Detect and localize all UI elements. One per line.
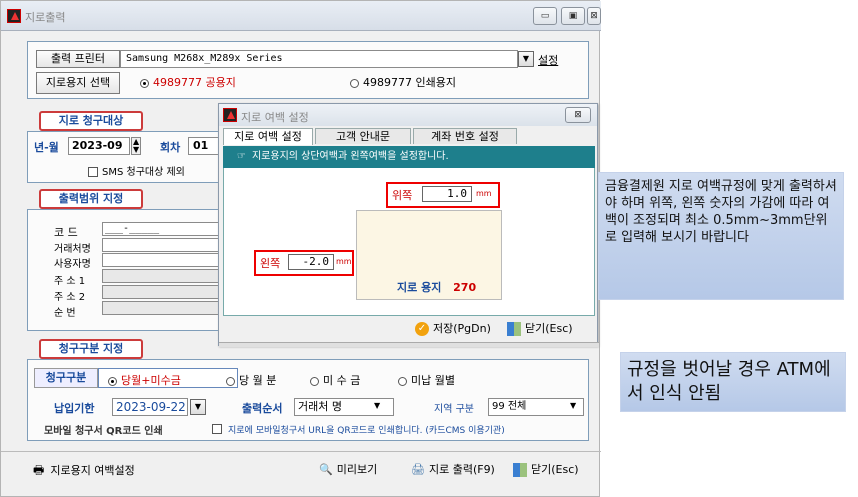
window-title: 지로출력	[25, 11, 66, 24]
margin-setting-button[interactable]: 🖶 지로용지 여백설정	[33, 461, 135, 482]
radio-icon	[310, 376, 319, 386]
top-margin-input[interactable]: 1.0	[422, 186, 472, 202]
radio-icon	[108, 376, 117, 386]
window-titlebar: 지로출력 ▭ ▣ ⊠	[1, 1, 601, 31]
address1-input[interactable]	[102, 269, 228, 283]
dialog-title: 지로 여백 설정	[241, 111, 309, 124]
user-name-label: 사용자명	[54, 259, 91, 270]
bottom-divider	[1, 451, 601, 452]
paper-option-1[interactable]: 4989777 공용지	[140, 74, 236, 90]
info-icon: ☞	[237, 151, 246, 162]
printer-dropdown-icon[interactable]: ▼	[518, 51, 534, 67]
print-icon: 🖨	[411, 463, 425, 476]
seq-label: 순 번	[54, 308, 76, 319]
left-margin-unit: mm	[336, 257, 352, 266]
user-name-input[interactable]	[102, 253, 228, 267]
radio-icon	[226, 376, 235, 386]
top-margin-label: 위쪽	[392, 189, 413, 202]
mobile-qr-label: 모바일 청구서 QR코드 인쇄	[44, 426, 163, 437]
dialog-save-button[interactable]: ✓ 저장(PgDn)	[415, 320, 491, 336]
radio-icon	[140, 78, 149, 88]
billing-option-unpaid-monthly[interactable]: 미납 월별	[398, 372, 455, 388]
billing-option-arrears[interactable]: 미 수 금	[310, 372, 360, 388]
year-month-input[interactable]: 2023-09	[68, 137, 130, 155]
margin-dialog: 지로 여백 설정 ⊠ 지로 여백 설정 고객 안내문 계좌 번호 설정 ☞ 지로용…	[218, 103, 599, 347]
dialog-close-button[interactable]: 닫기(Esc)	[507, 320, 573, 336]
paper-label: 지로 용지 270	[397, 281, 477, 294]
billing-target-panel: 년-월 2023-09 ▲ ▼ 회차 01 SMS 청구대상 제외	[27, 131, 228, 183]
close-button[interactable]: 닫기(Esc)	[513, 461, 579, 477]
annotation-note-atm-warning: 규정을 벗어날 경우 ATM에서 인식 안됨	[620, 352, 846, 412]
dialog-close-icon[interactable]: ⊠	[565, 107, 591, 123]
printer-panel: 출력 프린터 Samsung M268x_M289x Series ▼ 설정 지…	[27, 41, 589, 99]
address1-label: 주 소 1	[54, 276, 86, 287]
dialog-status-strip	[219, 342, 599, 347]
minimize-button[interactable]: ▭	[533, 7, 557, 25]
due-date-dropdown-icon[interactable]: ▼	[190, 399, 206, 415]
sms-exclude-checkbox[interactable]: SMS 청구대상 제외	[88, 163, 185, 178]
tab-account[interactable]: 계좌 번호 설정	[413, 128, 517, 144]
output-range-group-label: 출력범위 지정	[39, 189, 143, 209]
billing-option-current[interactable]: 당 월 분	[226, 372, 276, 388]
due-date-input[interactable]: 2023-09-22	[112, 398, 188, 416]
close-window-button[interactable]: ⊠	[587, 7, 601, 25]
client-name-input[interactable]	[102, 238, 228, 252]
billing-option-current-plus-arrears[interactable]: 당월+미수금	[108, 372, 181, 388]
giro-paper-preview: 지로 용지 270	[356, 210, 502, 300]
app-icon	[7, 9, 21, 23]
output-order-dropdown-icon[interactable]: ▼	[374, 401, 380, 410]
billing-type-label: 청구구분	[34, 368, 98, 388]
preview-button[interactable]: 🔍 미리보기	[319, 461, 377, 477]
address2-input[interactable]	[102, 285, 228, 299]
dialog-info-bar: ☞ 지로용지의 상단여백과 왼쪽여백을 설정합니다.	[223, 146, 595, 168]
year-month-spinner-icon[interactable]: ▲ ▼	[131, 137, 142, 155]
due-date-label: 납입기한	[54, 402, 95, 415]
year-month-label: 년-월	[34, 141, 59, 154]
code-label: 코 드	[54, 226, 78, 239]
dialog-titlebar: 지로 여백 설정 ⊠	[219, 104, 597, 126]
radio-icon	[398, 376, 407, 386]
billing-type-panel: 청구구분 당월+미수금 당 월 분 미 수 금 미납 월별 납입기한 2023-…	[27, 359, 589, 441]
dialog-info-text: 지로용지의 상단여백과 왼쪽여백을 설정합니다.	[251, 151, 449, 162]
mobile-qr-description: 지로에 모바일청구서 URL을 QR코드로 인쇄합니다. (카드CMS 이용기관…	[228, 426, 505, 436]
printer-label: 출력 프린터	[36, 50, 120, 68]
annotation-note-margin-rule: 금융결제원 지로 여백규정에 맞게 출력하셔야 하며 위쪽, 왼쪽 숫자의 가감…	[598, 172, 844, 300]
printer-select[interactable]: Samsung M268x_M289x Series	[120, 50, 518, 68]
client-name-label: 거래처명	[54, 244, 91, 255]
mobile-qr-checkbox[interactable]	[212, 422, 226, 435]
billing-target-group-label: 지로 청구대상	[39, 111, 143, 131]
app-icon	[223, 108, 237, 122]
output-order-label: 출력순서	[242, 402, 283, 415]
round-label: 회차	[160, 141, 181, 154]
checkbox-icon	[212, 424, 222, 434]
top-margin-unit: mm	[476, 189, 492, 198]
output-range-panel: 코 드 ___-_____ 거래처명 사용자명 주 소 1 주 소 2 순 번	[27, 209, 228, 331]
code-input[interactable]: ___-_____	[102, 222, 228, 236]
save-check-icon: ✓	[415, 322, 429, 336]
print-button[interactable]: 🖨 지로 출력(F9)	[411, 461, 495, 477]
paper-select-label: 지로용지 선택	[36, 72, 120, 94]
dialog-body: 지로 용지 270 위쪽 1.0 mm 왼쪽 -2.0 mm	[223, 168, 595, 316]
printer-icon: 🖶	[33, 463, 45, 477]
preview-icon: 🔍	[319, 463, 333, 476]
left-margin-input[interactable]: -2.0	[288, 254, 334, 270]
tab-customer-notice[interactable]: 고객 안내문	[315, 128, 411, 144]
billing-type-group-label: 청구구분 지정	[39, 339, 143, 359]
region-dropdown-icon[interactable]: ▼	[570, 401, 576, 410]
radio-icon	[350, 78, 359, 88]
left-margin-label: 왼쪽	[260, 257, 281, 270]
tab-margin[interactable]: 지로 여백 설정	[223, 128, 313, 145]
region-label: 지역 구분	[434, 404, 474, 415]
exit-door-icon	[513, 463, 527, 477]
address2-label: 주 소 2	[54, 292, 86, 303]
paper-option-2[interactable]: 4989777 인쇄용지	[350, 74, 456, 90]
maximize-button[interactable]: ▣	[561, 7, 585, 25]
seq-input[interactable]	[102, 301, 228, 315]
checkbox-icon	[88, 167, 98, 177]
printer-setup-button[interactable]: 설정	[538, 52, 558, 68]
exit-door-icon	[507, 322, 521, 336]
